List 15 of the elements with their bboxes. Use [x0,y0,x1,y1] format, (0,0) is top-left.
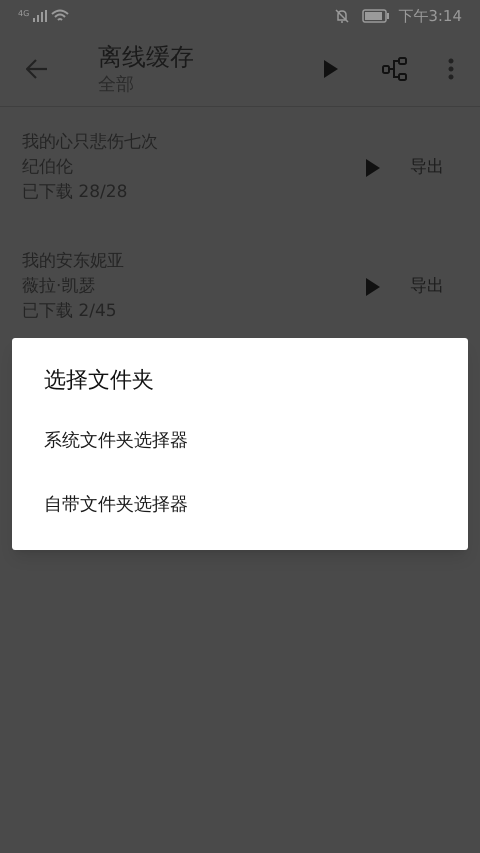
play-all-icon[interactable] [324,60,338,78]
dialog-option[interactable]: 系统文件夹选择器 [12,408,468,472]
wifi-icon [51,9,70,23]
battery-icon [362,9,390,23]
back-icon[interactable] [26,59,48,79]
tree-icon[interactable] [382,57,408,81]
dialog-option[interactable]: 自带文件夹选择器 [12,472,468,536]
dialog-title: 选择文件夹 [43,367,155,395]
bell-muted-icon [334,8,350,24]
signal-icon [33,10,48,22]
network-type: 4G [18,8,30,20]
play-icon[interactable] [366,278,380,296]
more-icon[interactable] [448,58,454,80]
clock: 下午3:14 [398,6,462,27]
play-icon[interactable] [366,158,380,176]
